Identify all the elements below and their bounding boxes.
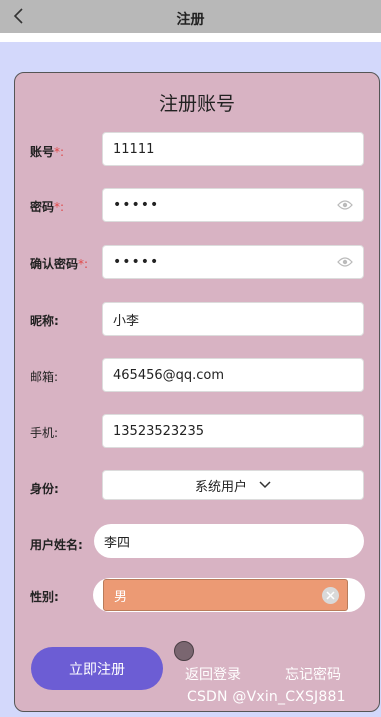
- nickname-label: 昵称:: [30, 314, 59, 328]
- register-button[interactable]: 立即注册: [31, 647, 163, 690]
- identity-selected-value: 系统用户: [194, 479, 247, 495]
- real-name-input[interactable]: 李四: [94, 524, 364, 558]
- back-to-login-link[interactable]: 返回登录: [185, 664, 241, 684]
- password-label: 密码*:: [30, 200, 65, 214]
- eye-icon[interactable]: [337, 197, 353, 213]
- watermark-text: CSDN @Vxin_CXSJ881: [187, 689, 346, 705]
- identity-select[interactable]: 系统用户: [102, 470, 364, 500]
- real-name-label: 用户姓名:: [30, 538, 83, 552]
- email-input[interactable]: 465456@qq.com: [102, 358, 364, 392]
- register-card: 注册账号 账号*: 11111 密码*: ••••• 确认密码*: ••••• …: [14, 72, 380, 712]
- gender-selected-chip[interactable]: 男: [103, 579, 348, 611]
- gender-select[interactable]: 男: [93, 578, 365, 612]
- account-label: 账号*:: [30, 145, 65, 159]
- top-nav-bar: 注册: [0, 0, 381, 33]
- nav-title: 注册: [176, 12, 205, 28]
- phone-input[interactable]: 13523523235: [102, 414, 364, 448]
- password-input[interactable]: •••••: [102, 188, 364, 222]
- decorative-dot: [174, 641, 194, 661]
- email-label: 邮箱:: [30, 370, 59, 384]
- account-input[interactable]: 11111: [102, 132, 364, 166]
- phone-label: 手机:: [30, 426, 59, 440]
- forgot-password-link[interactable]: 忘记密码: [285, 664, 341, 684]
- form-heading: 注册账号: [158, 93, 235, 115]
- identity-label: 身份:: [30, 482, 59, 496]
- confirm-password-label: 确认密码*:: [30, 257, 89, 271]
- nav-divider: [0, 33, 381, 42]
- chevron-down-icon: [259, 478, 271, 493]
- gender-label: 性别:: [30, 590, 59, 604]
- clear-icon[interactable]: [322, 587, 339, 604]
- nickname-input[interactable]: 小李: [102, 302, 364, 336]
- eye-icon[interactable]: [337, 254, 353, 270]
- confirm-password-input[interactable]: •••••: [102, 245, 364, 279]
